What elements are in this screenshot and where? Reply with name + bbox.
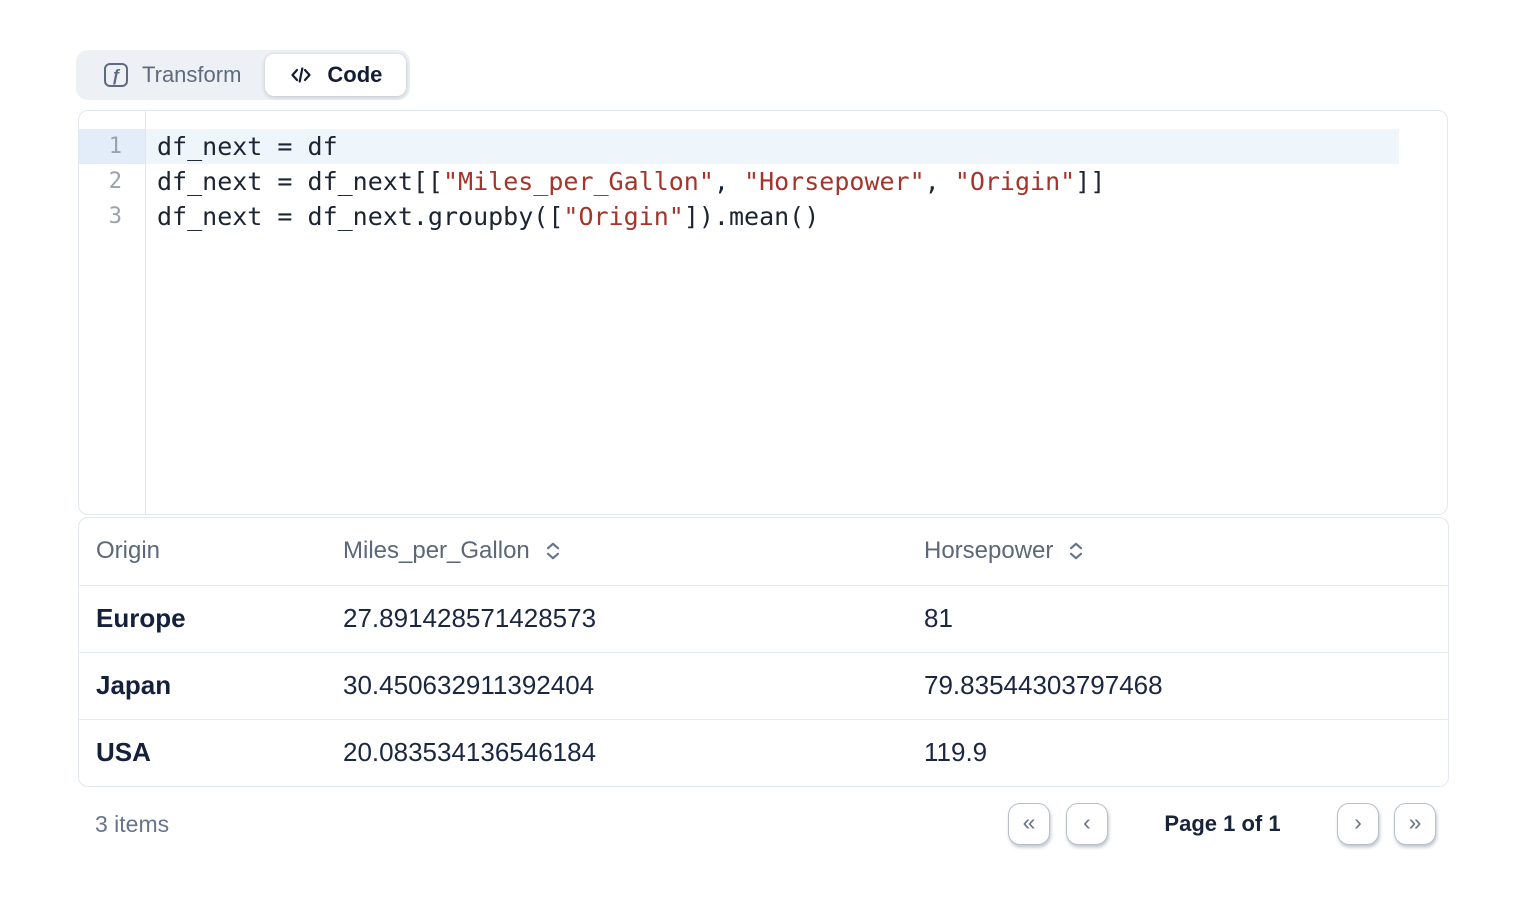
cell-origin: Europe — [79, 585, 326, 652]
code-token: df_next = df — [157, 132, 338, 161]
tab-code-label: Code — [327, 62, 382, 88]
code-string-token: "Origin" — [955, 167, 1075, 196]
column-label: Horsepower — [924, 537, 1053, 565]
code-token: ]).mean() — [684, 202, 819, 231]
column-label: Origin — [96, 537, 160, 565]
cell-value: 79.83544303797468 — [907, 652, 1448, 719]
items-count: 3 items — [95, 811, 169, 838]
code-editor[interactable]: 1df_next = df2df_next = df_next[["Miles_… — [78, 110, 1448, 515]
code-line-content: df_next = df_next[["Miles_per_Gallon", "… — [145, 164, 1399, 199]
first-page-icon: « — [1023, 811, 1036, 834]
pagination: « ‹ Page 1 of 1 › » — [1008, 803, 1436, 845]
column-header-origin: Origin — [79, 518, 326, 585]
code-icon — [289, 63, 313, 87]
next-page-button[interactable]: › — [1337, 803, 1379, 845]
last-page-icon: » — [1409, 811, 1422, 834]
table-row: USA20.083534136546184119.9 — [79, 719, 1448, 786]
page-indicator: Page 1 of 1 — [1108, 811, 1337, 837]
code-string-token: "Origin" — [563, 202, 683, 231]
column-header-inner: Miles_per_Gallon — [343, 537, 562, 565]
code-line[interactable]: 1 df_next = df — [79, 129, 1447, 164]
first-page-button[interactable]: « — [1008, 803, 1050, 845]
tab-code[interactable]: Code — [265, 54, 406, 96]
function-icon: ƒ — [104, 63, 128, 87]
prev-page-button[interactable]: ‹ — [1066, 803, 1108, 845]
column-label: Miles_per_Gallon — [343, 537, 530, 565]
tab-transform-label: Transform — [142, 62, 241, 88]
cell-value: 119.9 — [907, 719, 1448, 786]
table-row: Japan30.45063291139240479.83544303797468 — [79, 652, 1448, 719]
column-header-horsepower[interactable]: Horsepower — [907, 518, 1448, 585]
code-line-content: df_next = df_next.groupby(["Origin"]).me… — [145, 199, 1399, 234]
table-row: Europe27.89142857142857381 — [79, 585, 1448, 652]
cell-origin: USA — [79, 719, 326, 786]
code-line[interactable]: 3df_next = df_next.groupby(["Origin"]).m… — [79, 199, 1447, 234]
column-header-miles_per_gallon[interactable]: Miles_per_Gallon — [326, 518, 907, 585]
code-string-token: "Horsepower" — [744, 167, 925, 196]
view-tabs: ƒ Transform Code — [76, 50, 410, 100]
prev-page-icon: ‹ — [1083, 811, 1091, 834]
code-token: ]] — [1075, 167, 1105, 196]
line-number: 1 — [79, 129, 145, 164]
code-string-token: "Miles_per_Gallon" — [443, 167, 714, 196]
code-token: df_next = df_next[[ — [157, 167, 443, 196]
cell-value: 30.450632911392404 — [326, 652, 907, 719]
table-footer: 3 items « ‹ Page 1 of 1 › » — [78, 796, 1449, 852]
code-token: , — [714, 167, 744, 196]
cell-value: 27.891428571428573 — [326, 585, 907, 652]
table-body: Europe27.89142857142857381Japan30.450632… — [79, 585, 1448, 786]
cell-origin: Japan — [79, 652, 326, 719]
cell-value: 20.083534136546184 — [326, 719, 907, 786]
tab-transform[interactable]: ƒ Transform — [80, 54, 265, 96]
last-page-button[interactable]: » — [1394, 803, 1436, 845]
code-token: , — [925, 167, 955, 196]
column-header-inner: Horsepower — [924, 537, 1085, 565]
code-token: df_next = df_next.groupby([ — [157, 202, 563, 231]
gutter-divider — [145, 111, 146, 514]
sort-icon[interactable] — [544, 541, 562, 561]
next-page-icon: › — [1354, 811, 1362, 834]
sort-icon[interactable] — [1067, 541, 1085, 561]
line-number: 2 — [79, 164, 145, 199]
column-header-inner: Origin — [96, 537, 160, 565]
transform-widget: ƒ Transform Code 1df_next = df2df_next =… — [0, 0, 1516, 918]
table-header-row: Origin Miles_per_Gallon Horsepower — [79, 518, 1448, 585]
code-line-content: df_next = df — [145, 129, 1399, 164]
line-number: 3 — [79, 199, 145, 234]
code-lines: 1df_next = df2df_next = df_next[["Miles_… — [79, 129, 1447, 234]
cell-value: 81 — [907, 585, 1448, 652]
code-line[interactable]: 2df_next = df_next[["Miles_per_Gallon", … — [79, 164, 1447, 199]
result-table: Origin Miles_per_Gallon Horsepower Europe2… — [78, 517, 1449, 787]
